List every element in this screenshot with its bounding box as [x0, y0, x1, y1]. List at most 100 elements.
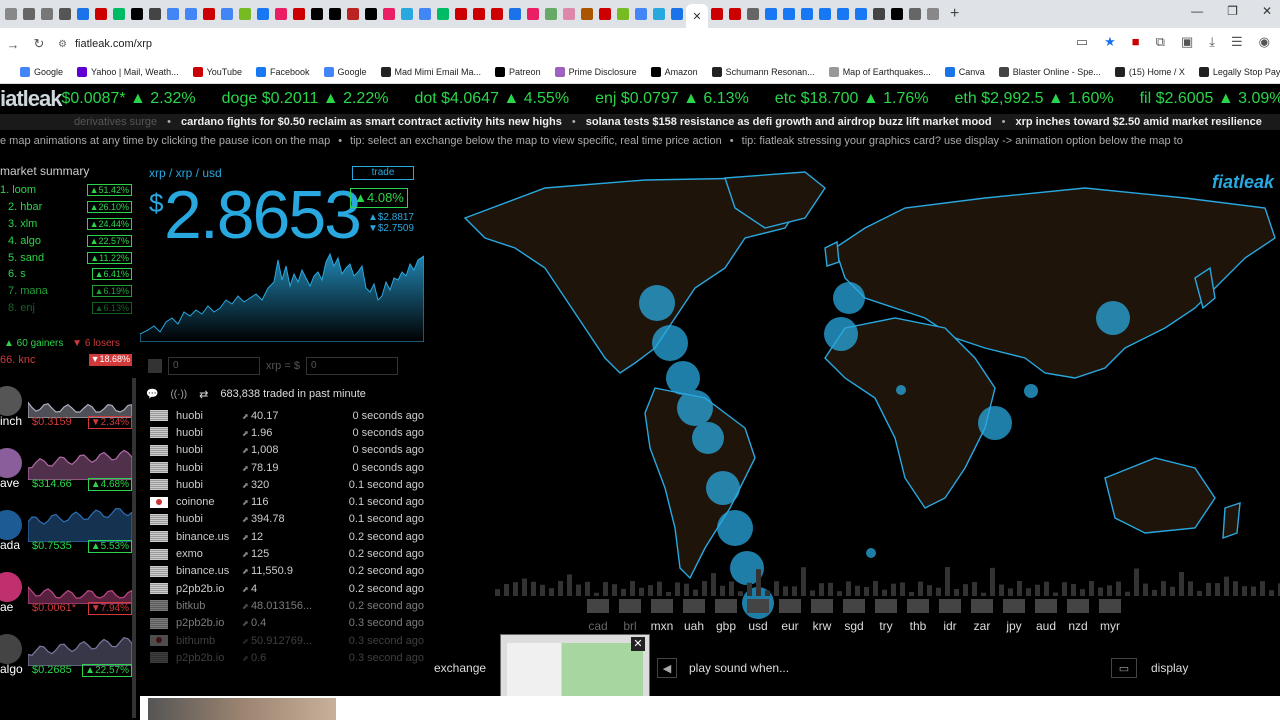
news-headline[interactable]: cardano fights for $0.50 reclaim as smar… [181, 116, 562, 128]
tab-favicon-icon[interactable] [326, 0, 344, 28]
coin-row[interactable]: ave $314.66 ▲4.68% [0, 440, 136, 502]
coin-row[interactable]: ae $0.0061* ▼7.94% [0, 564, 136, 626]
ticker-item[interactable]: eth $2,992.5 ▲ 1.60% [955, 90, 1114, 108]
tab-favicon-icon[interactable] [92, 0, 110, 28]
bookmark-item[interactable]: YouTube [192, 66, 242, 77]
tab-favicon-icon[interactable] [506, 0, 524, 28]
trade-row[interactable]: huobi 394.78 0.1 second ago [140, 511, 424, 528]
trade-row[interactable]: huobi 320 0.1 second ago [140, 476, 424, 493]
tab-favicon-icon[interactable] [110, 0, 128, 28]
window-close-icon[interactable]: ✕ [1262, 4, 1272, 18]
ticker-item[interactable]: doge $0.2011 ▲ 2.22% [222, 90, 389, 108]
site-info-icon[interactable]: ⚙ [58, 39, 67, 50]
trade-row[interactable]: binance.us 11,550.9 0.2 second ago [140, 563, 424, 580]
active-tab-close-icon[interactable]: ✕ [692, 10, 701, 23]
tab-favicon-icon[interactable] [218, 0, 236, 28]
tab-favicon-icon[interactable] [906, 0, 924, 28]
summary-row[interactable]: 7. mana ▲6.19% [0, 283, 136, 300]
tab-favicon-icon[interactable] [870, 0, 888, 28]
trade-row[interactable]: coinone 116 0.1 second ago [140, 493, 424, 510]
currency-gbp[interactable]: gbp [714, 599, 738, 643]
trade-row[interactable]: bitkub 48.013156... 0.2 second ago [140, 597, 424, 614]
tab-favicon-icon[interactable] [38, 0, 56, 28]
tab-favicon-icon[interactable] [146, 0, 164, 28]
tab-favicon-icon[interactable] [726, 0, 744, 28]
tab-favicon-icon[interactable] [632, 0, 650, 28]
calculator-icon[interactable] [148, 359, 162, 373]
tab-favicon-icon[interactable] [56, 0, 74, 28]
tab-favicon-icon[interactable] [290, 0, 308, 28]
tab-favicon-icon[interactable] [416, 0, 434, 28]
tab-favicon-icon[interactable] [236, 0, 254, 28]
trade-row[interactable]: huobi 40.17 0 seconds ago [140, 407, 424, 424]
summary-row[interactable]: 4. algo ▲22.57% [0, 232, 136, 249]
trade-button[interactable]: trade [352, 166, 414, 180]
summary-row[interactable]: 1. loom ▲51.42% [0, 182, 136, 199]
tab-favicon-icon[interactable] [164, 0, 182, 28]
currency-aud[interactable]: aud [1034, 599, 1058, 643]
tab-favicon-icon[interactable] [798, 0, 816, 28]
currency-idr[interactable]: idr [938, 599, 962, 643]
bookmark-item[interactable]: Schumann Resonan... [711, 66, 815, 77]
tab-favicon-icon[interactable] [560, 0, 578, 28]
currency-nzd[interactable]: nzd [1066, 599, 1090, 643]
bookmark-item[interactable]: Legally Stop Paying... [1198, 66, 1280, 77]
restore-icon[interactable]: ❐ [1227, 4, 1238, 18]
bookmark-item[interactable]: Amazon [650, 66, 698, 77]
ticker-item[interactable]: enj $0.0797 ▲ 6.13% [595, 90, 749, 108]
cast-icon[interactable]: ▭ [1076, 34, 1088, 50]
tab-favicon-icon[interactable] [744, 0, 762, 28]
sound-control[interactable]: ◀ play sound when... [657, 658, 789, 678]
summary-row[interactable]: 3. xlm ▲24.44% [0, 216, 136, 233]
bookmark-item[interactable]: Facebook [255, 66, 310, 77]
ticker-item[interactable]: etc $18.700 ▲ 1.76% [775, 90, 929, 108]
tab-favicon-icon[interactable] [924, 0, 942, 28]
extension-red-icon[interactable]: ■ [1132, 34, 1140, 50]
tab-favicon-icon[interactable] [128, 0, 146, 28]
news-headline[interactable]: solana tests $158 resistance as defi gro… [586, 116, 992, 128]
bookmark-item[interactable]: Mad Mimi Email Ma... [380, 66, 481, 77]
bookmark-item[interactable]: Yahoo | Mail, Weath... [77, 66, 179, 77]
currency-krw[interactable]: krw [810, 599, 834, 643]
tab-favicon-icon[interactable] [614, 0, 632, 28]
currency-uah[interactable]: uah [682, 599, 706, 643]
trade-row[interactable]: p2pb2b.io 0.6 0.3 second ago [140, 649, 424, 666]
coin-row[interactable]: algo $0.2685 ▲22.57% [0, 626, 136, 688]
tab-favicon-icon[interactable] [308, 0, 326, 28]
monitor-icon[interactable]: ▭ [1111, 658, 1137, 678]
tab-favicon-icon[interactable] [182, 0, 200, 28]
bookmark-item[interactable]: Google [323, 66, 367, 77]
coin-row[interactable]: ada $0.7535 ▲5.53% [0, 502, 136, 564]
menu-list-icon[interactable]: ☰ [1231, 34, 1243, 50]
tab-favicon-icon[interactable] [668, 0, 686, 28]
tab-favicon-icon[interactable] [20, 0, 38, 28]
trade-row[interactable]: huobi 78.19 0 seconds ago [140, 459, 424, 476]
tab-favicon-icon[interactable] [344, 0, 362, 28]
xrp-amount-input[interactable]: 0 [168, 357, 260, 375]
bookmark-star-icon[interactable]: ★ [1104, 34, 1116, 50]
trade-row[interactable]: bithumb 50.912769... 0.3 second ago [140, 632, 424, 649]
currency-try[interactable]: try [874, 599, 898, 643]
bookmark-item[interactable]: Google [20, 66, 63, 77]
tab-favicon-icon[interactable] [470, 0, 488, 28]
tab-favicon-icon[interactable] [254, 0, 272, 28]
forward-icon[interactable]: → [0, 37, 26, 52]
close-icon[interactable]: ✕ [631, 637, 645, 651]
bookmark-item[interactable]: Blaster Online - Spe... [998, 66, 1101, 77]
tab-favicon-icon[interactable] [452, 0, 470, 28]
tab-favicon-icon[interactable] [74, 0, 92, 28]
tab-favicon-icon[interactable] [200, 0, 218, 28]
tab-favicon-icon[interactable] [488, 0, 506, 28]
bookmark-item[interactable]: Canva [944, 66, 985, 77]
reload-icon[interactable]: ↻ [26, 36, 52, 52]
summary-row[interactable]: 2. hbar ▲26.10% [0, 199, 136, 216]
bookmark-item[interactable]: (15) Home / X [1114, 66, 1185, 77]
currency-mxn[interactable]: mxn [650, 599, 674, 643]
bookmark-item[interactable]: Prime Disclosure [554, 66, 637, 77]
tab-favicon-icon[interactable] [434, 0, 452, 28]
coin-row[interactable]: inch $0.3159 ▼2.34% [0, 378, 136, 440]
currency-eur[interactable]: eur [778, 599, 802, 643]
tab-favicon-icon[interactable] [362, 0, 380, 28]
chat-icon[interactable]: 💬 [146, 389, 158, 400]
summary-row[interactable]: 5. sand ▲11.22% [0, 249, 136, 266]
